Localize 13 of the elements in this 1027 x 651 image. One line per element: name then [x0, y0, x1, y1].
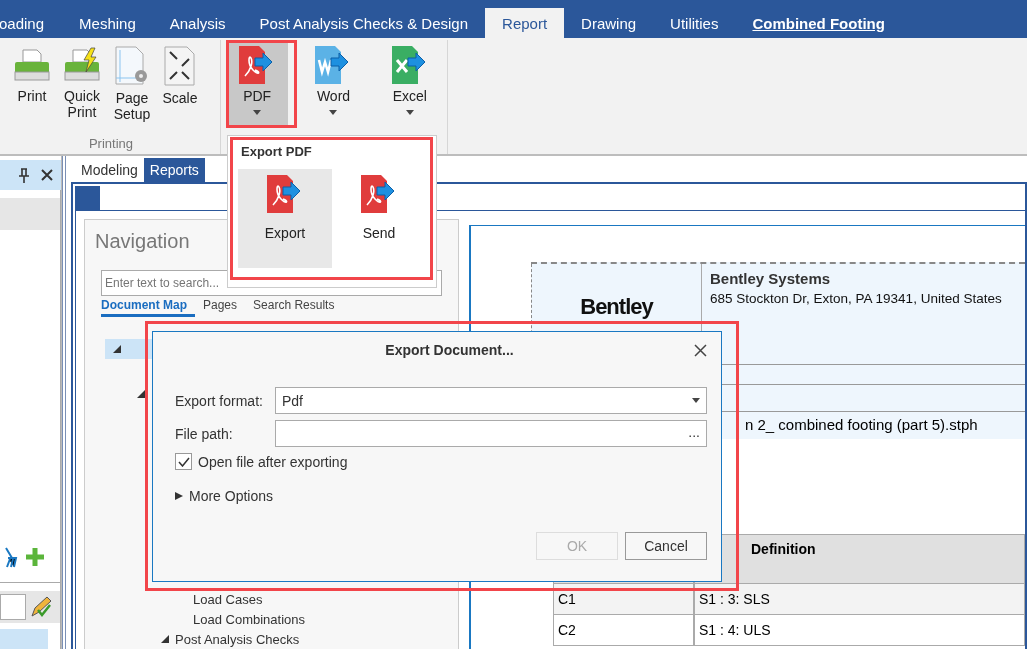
table-cell: S1 : 4: ULS	[694, 615, 1025, 646]
menu-title: Export PDF	[241, 144, 313, 159]
company-address: 685 Stockton Dr, Exton, PA 19341, United States	[710, 291, 1003, 306]
company-name: Bentley Systems	[710, 270, 832, 287]
field-label: Export format:	[175, 392, 264, 409]
checkbox-label: Open file after exporting	[198, 453, 348, 470]
group-label: Printing	[87, 136, 135, 153]
table-cell: C2	[553, 615, 694, 646]
field-label: File path:	[175, 425, 234, 442]
panel-title: Navigation	[95, 230, 190, 254]
table-header: Definition	[694, 534, 1025, 584]
table-cell: S1 : 3: SLS	[694, 584, 1025, 615]
dialog-title: Export Document...	[384, 342, 515, 358]
